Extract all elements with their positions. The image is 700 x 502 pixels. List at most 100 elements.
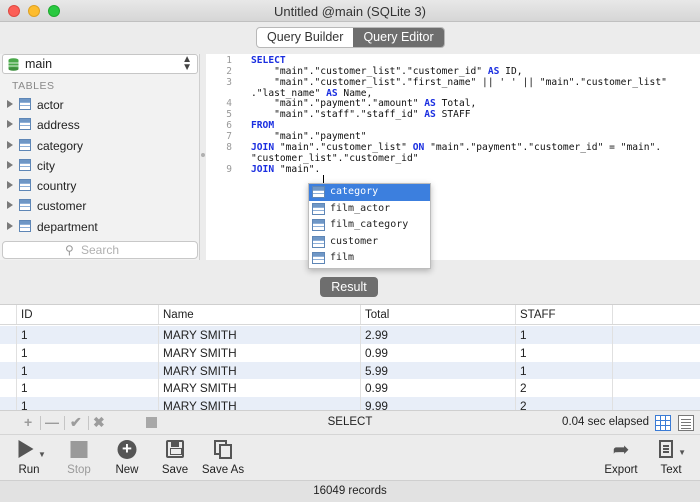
cell-name[interactable]: MARY SMITH <box>158 343 360 362</box>
text-format-button[interactable]: ▼ Text <box>646 435 696 481</box>
window-title: Untitled @main (SQLite 3) <box>274 4 426 19</box>
column-header-id[interactable]: ID <box>16 305 158 324</box>
sql-keyword: AS <box>424 98 436 110</box>
sidebar-item-city[interactable]: city <box>0 156 199 176</box>
table-row[interactable]: 1 MARY SMITH 0.99 1 <box>0 343 700 362</box>
autocomplete-item[interactable]: film <box>309 250 430 267</box>
sidebar-item-address[interactable]: address <box>0 115 199 135</box>
database-select[interactable]: main ▲ ▼ <box>2 54 198 74</box>
line-number: 6 <box>226 120 232 132</box>
table-search-input[interactable]: ⚲ Search <box>2 241 198 259</box>
cell-name[interactable]: MARY SMITH <box>158 397 360 410</box>
table-row[interactable]: 1 MARY SMITH 0.99 2 <box>0 379 700 398</box>
cell-staff[interactable]: 1 <box>515 343 612 362</box>
table-list: actor address category city country cust… <box>0 95 199 239</box>
save-as-button[interactable]: Save As <box>198 435 248 481</box>
cell-total[interactable]: 2.99 <box>360 326 515 344</box>
app-window: Untitled @main (SQLite 3) Query Builder … <box>0 0 700 502</box>
table-row[interactable]: 1 MARY SMITH 5.99 1 <box>0 361 700 380</box>
column-header-staff[interactable]: STAFF <box>515 305 612 324</box>
autocomplete-item[interactable]: category <box>309 184 430 201</box>
sidebar-item-department[interactable]: department <box>0 217 199 237</box>
table-icon <box>312 219 325 232</box>
disclosure-triangle-icon[interactable] <box>7 160 13 169</box>
text-view-icon[interactable] <box>678 415 694 431</box>
disclosure-triangle-icon[interactable] <box>7 140 13 149</box>
results-status-bar: + — ✔ ✖ SELECT 0.04 sec elapsed <box>0 410 700 434</box>
grid-view-icon[interactable] <box>655 415 671 431</box>
new-button[interactable]: + New <box>102 435 152 481</box>
disclosure-triangle-icon[interactable] <box>7 181 13 190</box>
column-header-name[interactable]: Name <box>158 305 360 324</box>
cell-total[interactable]: 5.99 <box>360 361 515 380</box>
tab-query-builder[interactable]: Query Builder <box>257 28 353 47</box>
chevron-down-icon[interactable]: ▼ <box>678 448 686 457</box>
code-line: "main"."customer_list"."first_name" || '… <box>251 77 667 88</box>
editor-mode-tabs: Query Builder Query Editor <box>256 27 445 48</box>
cell-staff[interactable]: 2 <box>515 397 612 410</box>
results-header: ID Name Total STAFF <box>0 305 700 325</box>
search-placeholder: Search <box>81 243 120 257</box>
code-line: FROM <box>251 120 274 131</box>
save-button[interactable]: Save <box>150 435 200 481</box>
cell-name[interactable]: MARY SMITH <box>158 361 360 380</box>
code-line: JOIN "main". <box>251 164 320 175</box>
chevron-updown-icon: ▲ ▼ <box>182 54 192 73</box>
cell-id[interactable]: 1 <box>16 326 158 344</box>
table-row[interactable]: 1 MARY SMITH 9.99 2 <box>0 397 700 410</box>
results-grid[interactable]: ID Name Total STAFF 1 MARY SMITH 2.99 1 1 MAR… <box>0 304 700 410</box>
table-row[interactable]: 1 MARY SMITH 2.99 1 <box>0 326 700 344</box>
cell-total[interactable]: 0.99 <box>360 343 515 362</box>
table-name: actor <box>37 98 64 112</box>
cell-id[interactable]: 1 <box>16 361 158 380</box>
disclosure-triangle-icon[interactable] <box>7 201 13 210</box>
cell-total[interactable]: 9.99 <box>360 397 515 410</box>
cell-staff[interactable]: 1 <box>515 326 612 344</box>
cell-id[interactable]: 1 <box>16 343 158 362</box>
bottom-toolbar: ▼ Run Stop + New Save Save As ➦ Export ▼… <box>0 434 700 480</box>
stop-icon <box>70 441 88 458</box>
sidebar-item-actor[interactable]: actor <box>0 95 199 115</box>
cell-spacer <box>612 343 700 362</box>
stop-button[interactable]: Stop <box>54 435 104 481</box>
cell-total[interactable]: 0.99 <box>360 379 515 398</box>
autocomplete-label: film_category <box>330 219 409 231</box>
autocomplete-item[interactable]: film_category <box>309 217 430 234</box>
sql-editor[interactable]: 123 45678 9 SELECT "main"."customer_list".… <box>206 54 700 260</box>
sql-keyword: SELECT <box>251 55 286 66</box>
result-toggle-button[interactable]: Result <box>320 277 378 297</box>
sidebar-item-country[interactable]: country <box>0 176 199 196</box>
run-button[interactable]: ▼ Run <box>4 435 54 481</box>
cell-name[interactable]: MARY SMITH <box>158 379 360 398</box>
code-line: ."last_name" AS Name, <box>251 88 372 99</box>
cell-id[interactable]: 1 <box>16 379 158 398</box>
export-button[interactable]: ➦ Export <box>596 435 646 481</box>
table-name: country <box>37 179 77 194</box>
tab-query-editor[interactable]: Query Editor <box>353 28 444 47</box>
autocomplete-item[interactable]: film_actor <box>309 201 430 218</box>
sql-text: "main"."customer_list" <box>274 141 413 153</box>
save-as-icon <box>214 440 232 459</box>
cell-staff[interactable]: 2 <box>515 379 612 398</box>
chevron-down-icon[interactable]: ▼ <box>38 450 46 459</box>
sidebar: main ▲ ▼ TABLES actor address category c… <box>0 54 200 260</box>
column-header-spacer <box>612 305 700 324</box>
plus-circle-icon: + <box>117 440 137 459</box>
disclosure-triangle-icon[interactable] <box>7 221 13 230</box>
sql-keyword: AS <box>487 65 500 77</box>
table-icon <box>312 202 325 215</box>
text-label: Text <box>660 464 682 476</box>
disclosure-triangle-icon[interactable] <box>7 120 13 129</box>
save-as-label: Save As <box>201 464 245 476</box>
sidebar-item-category[interactable]: category <box>0 136 199 156</box>
cell-id[interactable]: 1 <box>16 397 158 410</box>
table-icon <box>312 235 325 248</box>
column-header-total[interactable]: Total <box>360 305 515 324</box>
sql-text: "main"."payment" <box>251 130 367 142</box>
cell-staff[interactable]: 1 <box>515 361 612 380</box>
cell-name[interactable]: MARY SMITH <box>158 326 360 344</box>
sql-text: ID, <box>499 65 523 77</box>
sidebar-item-customer[interactable]: customer <box>0 196 199 216</box>
autocomplete-item[interactable]: customer <box>309 234 430 251</box>
disclosure-triangle-icon[interactable] <box>7 100 13 108</box>
